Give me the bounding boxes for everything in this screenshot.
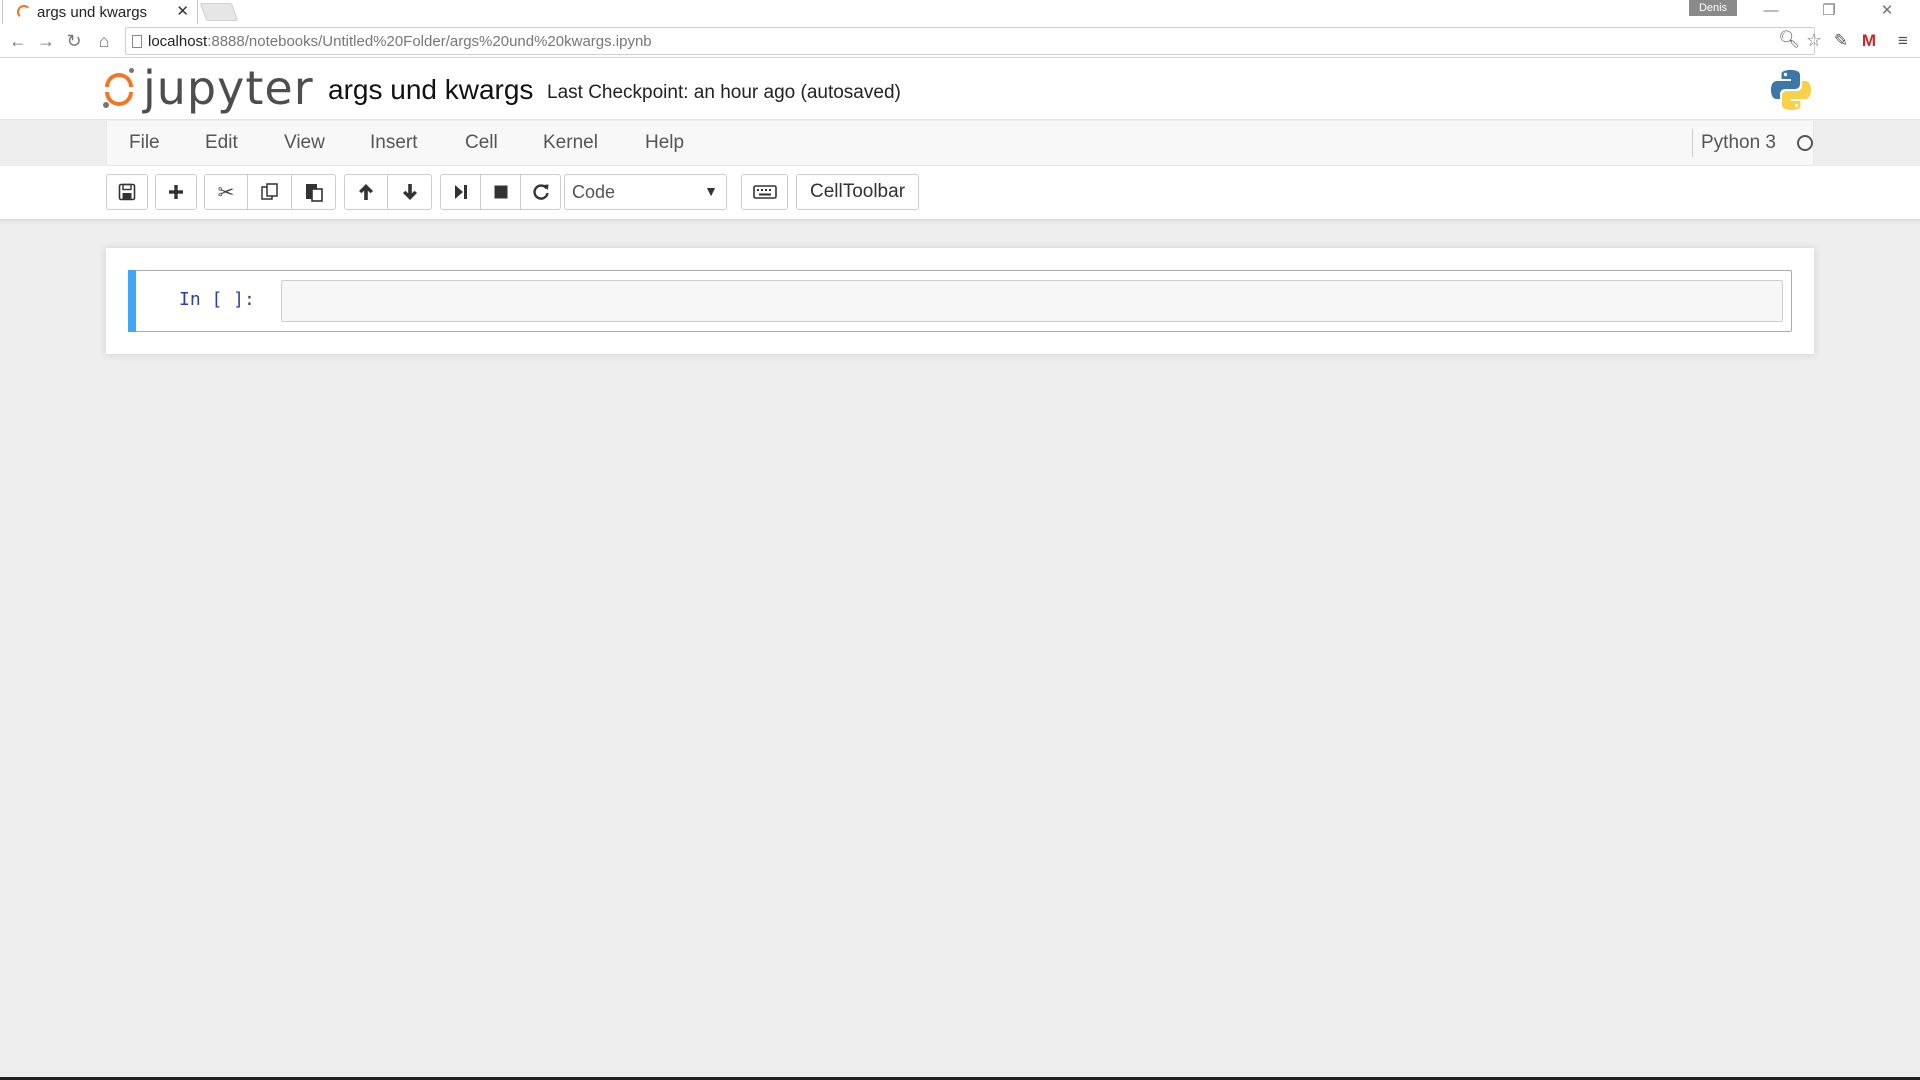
paste-button[interactable] [291,174,336,210]
save-icon [118,183,136,201]
celltoolbar-button[interactable]: CellToolbar [796,174,919,210]
restart-button[interactable] [520,174,561,210]
kernel-separator [1692,129,1693,157]
menu-help[interactable]: Help [645,132,684,154]
kernel-idle-indicator-icon [1797,135,1813,151]
python-logo-icon [1771,70,1811,110]
keyboard-icon [752,185,777,199]
browser-titlebar: args und kwargs ✕ Denis — ❐ ✕ [0,0,1920,24]
jupyter-header: jupyter args und kwargs Last Checkpoint:… [0,58,1920,120]
browser-toolbar: ← → ↻ ⌂ localhost:8888/notebooks/Untitle… [0,24,1920,58]
jupyter-logo-text: jupyter [143,61,314,115]
cell-selected-bar [128,270,136,332]
move-down-button[interactable] [387,174,432,210]
menu-cell[interactable]: Cell [465,132,498,154]
url-input[interactable]: localhost:8888/notebooks/Untitled%20Fold… [125,27,1822,55]
browser-menu-icon[interactable]: ≡ [1892,30,1914,52]
cut-icon: ✂ [217,181,235,204]
url-host: localhost [148,32,208,50]
menu-kernel[interactable]: Kernel [543,132,598,154]
plus-icon [169,185,183,199]
run-icon [454,185,467,199]
cell-type-select[interactable]: Code ▼ [564,174,727,210]
new-tab-button[interactable] [199,3,239,21]
back-arrow-icon[interactable]: ← [6,29,30,53]
window-close-button[interactable]: ✕ [1864,0,1910,22]
tab-close-icon[interactable]: ✕ [176,2,189,20]
extension-pen-icon[interactable]: ✎ [1830,30,1852,52]
menu-insert[interactable]: Insert [370,132,418,154]
browser-tab[interactable]: args und kwargs ✕ [2,0,198,24]
stop-icon [494,185,507,199]
jupyter-favicon-icon [17,5,31,19]
cell-type-value: Code [572,181,616,202]
code-cell[interactable]: In [ ]: [128,270,1792,332]
notebook-container: In [ ]: [106,248,1814,354]
insert-cell-button[interactable] [155,174,197,210]
zoom-icon[interactable]: 🔍︎ [1778,30,1800,50]
profile-badge[interactable]: Denis [1689,0,1737,16]
tab-title: args und kwargs [37,3,148,21]
notebook-title[interactable]: args und kwargs [328,74,533,106]
home-icon[interactable]: ⌂ [92,29,116,53]
copy-icon [260,183,278,200]
gmail-extension-icon[interactable]: M [1858,30,1880,52]
menu-file[interactable]: File [129,132,160,154]
arrow-up-icon [359,184,373,200]
kernel-name: Python 3 [1701,132,1776,153]
forward-arrow-icon[interactable]: → [34,29,58,53]
command-palette-button[interactable] [741,174,788,210]
interrupt-button[interactable] [480,174,521,210]
url-path: :8888/notebooks/Untitled%20Folder/args%2… [207,32,652,50]
copy-button[interactable] [247,174,292,210]
bookmark-star-icon[interactable]: ☆ [1806,30,1822,51]
paste-icon [305,184,323,202]
move-up-button[interactable] [344,174,388,210]
cut-button[interactable]: ✂ [204,174,248,210]
chevron-down-icon: ▼ [704,183,718,199]
run-button[interactable] [440,174,481,210]
checkpoint-status: Last Checkpoint: an hour ago (autosaved) [547,82,901,103]
restart-icon [532,184,549,200]
menu-edit[interactable]: Edit [205,132,238,154]
menubar: File Edit View Insert Cell Kernel Help P… [106,121,1814,166]
jupyter-logo[interactable]: jupyter [103,61,314,115]
restore-button[interactable]: ❐ [1806,0,1852,22]
arrow-down-icon [402,184,417,200]
menu-view[interactable]: View [284,132,325,154]
page-icon [132,35,142,48]
minimize-button[interactable]: — [1748,0,1794,22]
reload-icon[interactable]: ↻ [62,29,86,53]
jupyter-logo-icon [103,66,135,110]
code-editor[interactable] [281,280,1783,322]
save-button[interactable] [106,174,148,210]
input-prompt: In [ ]: [179,289,255,310]
